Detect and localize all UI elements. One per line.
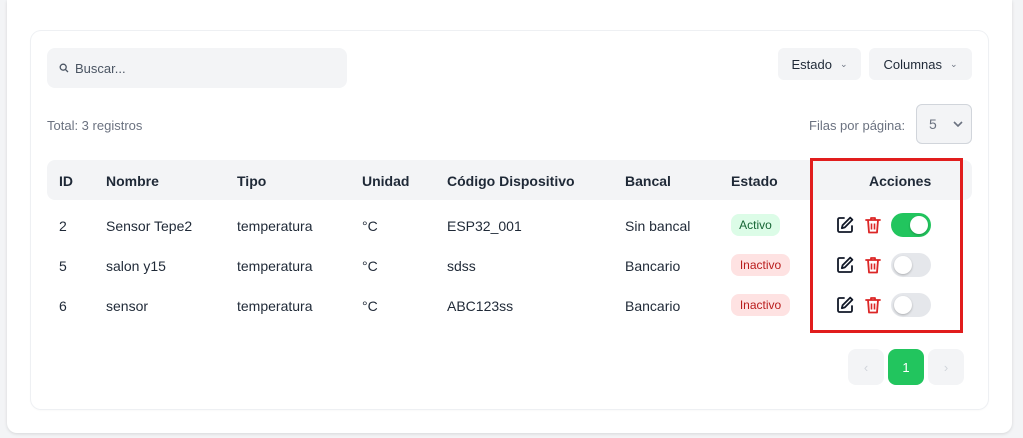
rows-per-page-select[interactable]: 5 [916, 104, 972, 144]
cell-nombre: salon y15 [106, 258, 166, 274]
actions-highlight-box [810, 158, 963, 333]
estado-filter-dropdown[interactable]: Estado ⌄ [778, 48, 861, 80]
chevron-down-icon: ⌄ [839, 58, 848, 69]
header-bancal[interactable]: Bancal [625, 173, 671, 189]
columnas-label: Columnas [883, 56, 942, 72]
columnas-dropdown[interactable]: Columnas ⌄ [869, 48, 972, 80]
cell-unidad: °C [362, 298, 378, 314]
cell-nombre: Sensor Tepe2 [106, 218, 193, 234]
total-records: Total: 3 registros [47, 118, 143, 133]
header-codigo[interactable]: Código Dispositivo [447, 173, 575, 189]
rows-per-page-value: 5 [929, 116, 937, 132]
header-unidad[interactable]: Unidad [362, 173, 409, 189]
page-1-button[interactable]: 1 [888, 349, 924, 385]
cell-unidad: °C [362, 258, 378, 274]
cell-codigo: sdss [447, 258, 476, 274]
status-badge: Inactivo [731, 254, 790, 276]
cell-tipo: temperatura [237, 258, 313, 274]
status-badge: Inactivo [731, 294, 790, 316]
estado-filter-label: Estado [791, 56, 832, 72]
cell-bancal: Sin bancal [625, 218, 691, 234]
cell-tipo: temperatura [237, 298, 313, 314]
header-tipo[interactable]: Tipo [237, 173, 266, 189]
cell-id: 6 [59, 298, 67, 314]
next-page-button[interactable]: › [928, 349, 964, 385]
header-estado[interactable]: Estado [731, 173, 778, 189]
rows-per-page-label: Filas por página: [809, 118, 906, 133]
cell-bancal: Bancario [625, 258, 681, 274]
cell-nombre: sensor [106, 298, 149, 314]
search-box[interactable] [47, 48, 347, 88]
cell-id: 5 [59, 258, 67, 274]
cell-bancal: Bancario [625, 298, 681, 314]
cell-tipo: temperatura [237, 218, 313, 234]
search-input[interactable] [75, 60, 315, 76]
status-badge: Activo [731, 214, 780, 236]
chevron-down-icon: ⌄ [949, 58, 958, 69]
search-icon [59, 63, 69, 73]
header-nombre[interactable]: Nombre [106, 173, 159, 189]
cell-codigo: ESP32_001 [447, 218, 522, 234]
chevron-down-icon [953, 121, 963, 127]
prev-page-button[interactable]: ‹ [848, 349, 884, 385]
cell-codigo: ABC123ss [447, 298, 514, 314]
cell-id: 2 [59, 218, 67, 234]
cell-unidad: °C [362, 218, 378, 234]
header-id[interactable]: ID [59, 173, 73, 189]
